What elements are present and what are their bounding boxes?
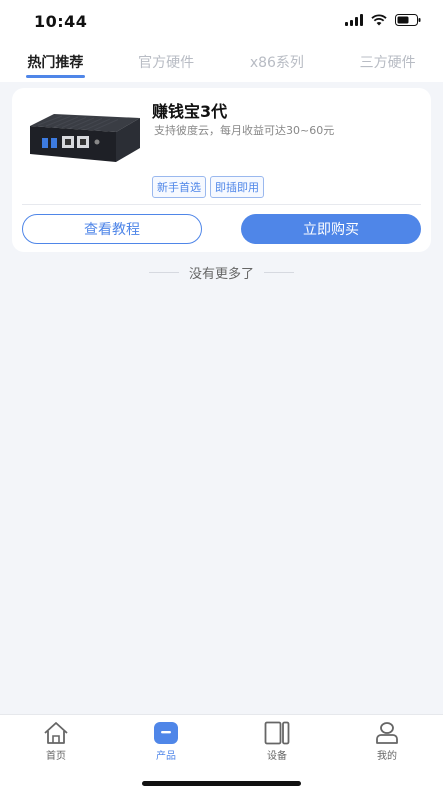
- nav-item-profile[interactable]: 我的: [357, 721, 417, 762]
- nav-label-profile: 我的: [377, 751, 397, 762]
- status-bar: 10:44: [0, 0, 443, 44]
- tab-hot-recommend[interactable]: 热门推荐: [0, 44, 111, 82]
- product-image: [24, 108, 142, 168]
- tab-third-party-hardware[interactable]: 三方硬件: [332, 44, 443, 82]
- list-end-indicator: 没有更多了: [0, 262, 443, 282]
- app-screen: 10:44 热门推荐 官方硬件 x86系列 三方硬件 赚钱宝3代 支持彼度云，每…: [0, 0, 443, 793]
- device-icon: [264, 721, 290, 745]
- battery-icon: [395, 14, 421, 26]
- nav-item-home[interactable]: 首页: [26, 721, 86, 762]
- home-icon: [44, 722, 68, 744]
- profile-icon: [376, 722, 398, 744]
- cellular-signal-icon: [345, 14, 363, 26]
- nav-label-device: 设备: [267, 751, 287, 762]
- product-description: 支持彼度云，每月收益可达30~60元: [154, 124, 335, 137]
- nav-item-product[interactable]: 产品: [136, 721, 196, 762]
- buy-now-button[interactable]: 立即购买: [241, 214, 421, 244]
- product-card[interactable]: 赚钱宝3代 支持彼度云，每月收益可达30~60元 新手首选 即插即用 查看教程 …: [12, 88, 431, 252]
- divider-line: [148, 271, 179, 273]
- divider-line: [264, 271, 294, 273]
- list-end-text: 没有更多了: [188, 266, 254, 282]
- nav-label-product: 产品: [156, 751, 176, 762]
- view-tutorial-button[interactable]: 查看教程: [22, 214, 202, 244]
- tab-official-hardware[interactable]: 官方硬件: [111, 44, 222, 82]
- status-icons: [345, 14, 421, 26]
- nav-label-home: 首页: [46, 751, 66, 762]
- product-title: 赚钱宝3代: [152, 102, 228, 121]
- product-tag: 新手首选: [152, 176, 206, 198]
- product-tag: 即插即用: [210, 176, 264, 198]
- nav-item-device[interactable]: 设备: [247, 721, 307, 762]
- wifi-icon: [371, 14, 387, 26]
- product-icon: [154, 722, 178, 744]
- tab-x86-series[interactable]: x86系列: [222, 44, 333, 82]
- status-time: 10:44: [34, 12, 88, 31]
- card-divider: [22, 204, 421, 205]
- home-indicator[interactable]: [142, 781, 301, 786]
- category-tabs: 热门推荐 官方硬件 x86系列 三方硬件: [0, 44, 443, 82]
- product-tags: 新手首选 即插即用: [152, 176, 264, 198]
